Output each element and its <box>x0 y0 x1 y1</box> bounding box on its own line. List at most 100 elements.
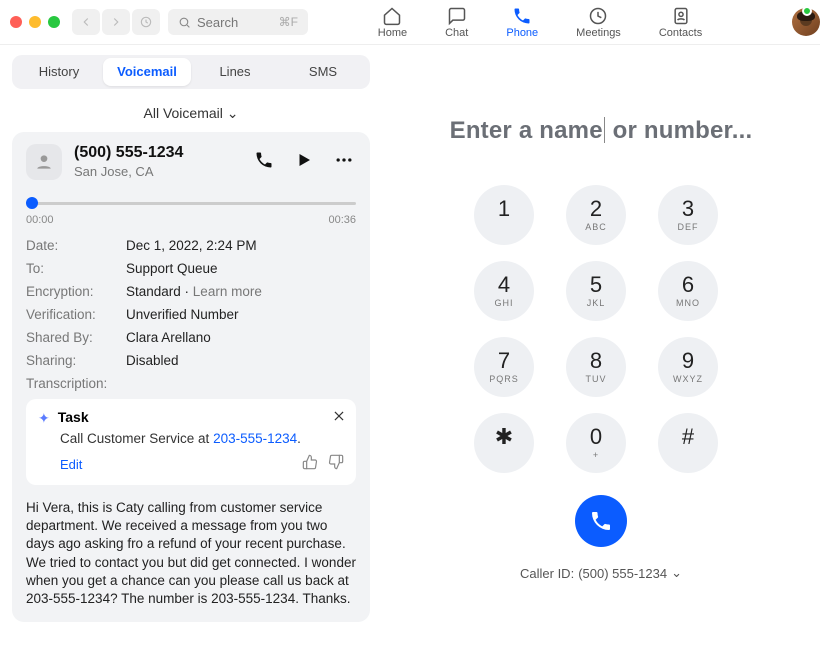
maximize-window[interactable] <box>48 16 60 28</box>
dial-key-1[interactable]: 1 <box>474 185 534 245</box>
tab-contacts[interactable]: Contacts <box>649 4 712 41</box>
minimize-window[interactable] <box>29 16 41 28</box>
tab-label: Meetings <box>576 27 621 39</box>
chat-icon <box>447 6 467 26</box>
search-box[interactable]: Search ⌘F <box>168 9 308 35</box>
meta-encryption-label: Encryption: <box>26 284 126 299</box>
dial-key-9[interactable]: 9WXYZ <box>658 337 718 397</box>
task-close-button[interactable] <box>332 409 346 428</box>
nav-buttons <box>72 9 160 35</box>
search-shortcut: ⌘F <box>279 15 298 29</box>
segment-voicemail[interactable]: Voicemail <box>103 58 191 86</box>
key-letters: MNO <box>676 298 700 308</box>
meta-sharedby-label: Shared By: <box>26 330 126 345</box>
tab-meetings[interactable]: Meetings <box>566 4 631 41</box>
tab-label: Phone <box>506 27 538 39</box>
meta-encryption-value: Standard <box>126 284 181 299</box>
meta-date-label: Date: <box>26 238 126 253</box>
segment-lines[interactable]: Lines <box>191 58 279 86</box>
task-edit-button[interactable]: Edit <box>60 457 82 472</box>
key-letters: PQRS <box>489 374 519 384</box>
segment-sms[interactable]: SMS <box>279 58 367 86</box>
presence-indicator <box>802 6 812 16</box>
voicemail-card: (500) 555-1234 San Jose, CA 00:00 00:36 … <box>12 132 370 622</box>
dial-key-3[interactable]: 3 DEF <box>658 185 718 245</box>
caller-id-value: (500) 555-1234 <box>578 566 667 581</box>
transcript-text: Hi Vera, this is Caty calling from custo… <box>26 499 356 608</box>
top-bar: Search ⌘F Home Chat Phone Meetings Conta… <box>0 0 820 45</box>
dial-key-5[interactable]: 5JKL <box>566 261 626 321</box>
dial-key-0[interactable]: 0+ <box>566 413 626 473</box>
task-phone-link[interactable]: 203-555-1234 <box>213 431 297 446</box>
profile-avatar[interactable] <box>782 8 810 36</box>
meta-verification-label: Verification: <box>26 307 126 322</box>
caller-avatar <box>26 144 62 180</box>
close-window[interactable] <box>10 16 22 28</box>
key-number: 0 <box>590 426 602 448</box>
call-back-button[interactable] <box>252 148 276 172</box>
key-number: ✱ <box>495 426 513 448</box>
play-button[interactable] <box>292 148 316 172</box>
key-number: 4 <box>498 274 510 296</box>
key-number: 3 <box>682 198 694 220</box>
tab-home[interactable]: Home <box>368 4 417 41</box>
tab-label: Contacts <box>659 27 702 39</box>
dial-key-8[interactable]: 8TUV <box>566 337 626 397</box>
home-icon <box>382 6 402 26</box>
tab-label: Chat <box>445 27 468 39</box>
search-icon <box>178 16 191 29</box>
dial-key-6[interactable]: 6 MNO <box>658 261 718 321</box>
meta-to-label: To: <box>26 261 126 276</box>
key-letters: TUV <box>586 374 607 384</box>
chevron-down-icon: ⌄ <box>227 105 239 121</box>
nav-forward-button[interactable] <box>102 9 130 35</box>
nav-back-button[interactable] <box>72 9 100 35</box>
segment-history[interactable]: History <box>15 58 103 86</box>
dial-key-4[interactable]: 4 GHI <box>474 261 534 321</box>
dial-input[interactable]: Enter a name or number... <box>450 117 753 145</box>
key-letters: DEF <box>678 222 699 232</box>
dial-key-✱[interactable]: ✱ <box>474 413 534 473</box>
caller-location: San Jose, CA <box>74 164 240 179</box>
dial-call-button[interactable] <box>575 495 627 547</box>
clock-icon <box>588 6 608 26</box>
search-placeholder: Search <box>197 15 238 30</box>
dialer-panel: Enter a name or number... 1 2ABC 3 DEF 4 GHI 5… <box>382 45 820 653</box>
segment-control: History Voicemail Lines SMS <box>12 55 370 89</box>
meta-sharing-value: Disabled <box>126 353 179 368</box>
more-button[interactable] <box>332 148 356 172</box>
key-number: 6 <box>682 274 694 296</box>
key-letters: + <box>593 450 599 460</box>
dial-key-#[interactable]: # <box>658 413 718 473</box>
chevron-down-icon: ⌄ <box>671 565 682 581</box>
history-button[interactable] <box>132 9 160 35</box>
key-number: 7 <box>498 350 510 372</box>
slider-thumb[interactable] <box>26 197 38 209</box>
caller-id-selector[interactable]: Caller ID: (500) 555-1234 ⌄ <box>520 565 682 581</box>
caller-id-label: Caller ID: <box>520 566 574 581</box>
window-controls <box>10 16 60 28</box>
key-letters: GHI <box>494 298 513 308</box>
dropdown-label: All Voicemail <box>144 105 223 121</box>
thumbs-down-button[interactable] <box>328 454 344 475</box>
key-number: # <box>682 426 694 448</box>
encryption-learn-more-link[interactable]: Learn more <box>193 284 262 299</box>
task-card: ✦ Task Call Customer Service at 203-555-… <box>26 399 356 485</box>
left-panel: History Voicemail Lines SMS All Voicemai… <box>0 45 382 653</box>
time-current: 00:00 <box>26 214 54 226</box>
dial-pad: 12ABC3DEF4GHI5JKL6MNO7PQRS8TUV9WXYZ✱0+# <box>474 185 728 473</box>
meta-transcription-label: Transcription: <box>26 376 126 391</box>
tab-label: Home <box>378 27 407 39</box>
thumbs-up-button[interactable] <box>302 454 318 475</box>
key-letters: JKL <box>587 298 606 308</box>
sparkle-icon: ✦ <box>38 410 50 427</box>
tab-phone[interactable]: Phone <box>496 4 548 41</box>
dial-key-2[interactable]: 2ABC <box>566 185 626 245</box>
voicemail-filter-dropdown[interactable]: All Voicemail ⌄ <box>12 105 370 122</box>
playback-slider[interactable] <box>26 196 356 210</box>
task-body: Call Customer Service at 203-555-1234. <box>60 431 344 446</box>
key-letters: WXYZ <box>673 374 703 384</box>
caller-phone: (500) 555-1234 <box>74 144 240 162</box>
dial-key-7[interactable]: 7 PQRS <box>474 337 534 397</box>
tab-chat[interactable]: Chat <box>435 4 478 41</box>
